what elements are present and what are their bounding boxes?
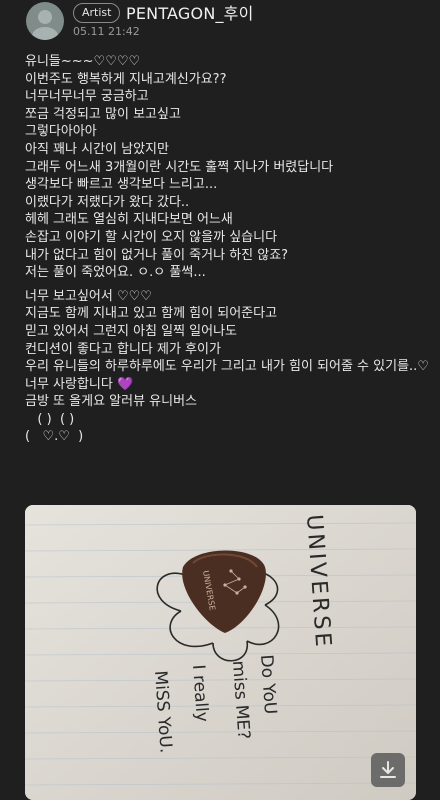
post-line: 헤헤 그래도 열심히 지내다보면 어느새 bbox=[25, 212, 233, 228]
artist-badge: Artist bbox=[73, 3, 121, 23]
download-icon bbox=[380, 761, 396, 778]
post-line: 그래두 어느새 3개월이란 시간도 훌쩍 지나가 버렸답니다 bbox=[25, 159, 334, 175]
avatar[interactable] bbox=[26, 2, 64, 40]
post-photo[interactable]: UNIVERSE UNIVERSE Do YoU miss ME? I real… bbox=[25, 505, 416, 800]
post-line: 유니들~~~♡♡♡♡ bbox=[25, 54, 141, 69]
post-line: 금방 또 올게요 알러뷰 유니버스 bbox=[25, 394, 198, 410]
download-button[interactable] bbox=[371, 753, 405, 787]
post-line-love: 너무 사랑합니다 💜 bbox=[25, 376, 430, 394]
default-avatar-icon bbox=[32, 10, 58, 40]
post-line: 내가 없다고 힘이 없거나 풀이 죽거나 하진 않죠? bbox=[25, 247, 289, 263]
post-line: 이번주도 행복하게 지내고계신가요?? bbox=[25, 71, 227, 87]
post-line: 저는 풀이 죽었어요. ㅇ.ㅇ 풀썩... bbox=[25, 265, 206, 281]
purple-heart-icon: 💜 bbox=[117, 376, 134, 392]
post-line: 쪼금 걱정되고 많이 보고싶고 bbox=[25, 106, 181, 122]
post-line: ( ♡.♡ ) bbox=[25, 429, 84, 445]
post-line: 그렇다아아아 bbox=[25, 124, 97, 140]
post-line: 손잡고 이야기 할 시간이 오지 않을까 싶습니다 bbox=[25, 229, 278, 245]
post-line: 아직 꽤나 시간이 남았지만 bbox=[25, 141, 169, 157]
handwriting-line: I really bbox=[188, 664, 212, 723]
post-line-text: 너무 사랑합니다 bbox=[25, 376, 113, 392]
post-line: 지금도 함께 지내고 있고 함께 힘이 되어준다고 bbox=[25, 306, 278, 322]
post-line: 컨디션이 좋다고 합니다 제가 후이가 bbox=[25, 341, 221, 357]
handwriting-line: Do YoU bbox=[256, 654, 280, 715]
author-name[interactable]: PENTAGON_후이 bbox=[126, 0, 254, 24]
post-line: 믿고 있어서 그런지 아침 일찍 일어나도 bbox=[25, 323, 238, 339]
post-line: 너무 보고싶어서 ♡♡♡ bbox=[25, 288, 152, 304]
post-line: 우리 유니들의 하루하루에도 우리가 그리고 내가 힘이 되어줄 수 있기를..… bbox=[25, 359, 429, 375]
post-line: 너무너무너무 궁금하고 bbox=[25, 89, 149, 105]
post-line: 이랬다가 저랬다가 왔다 갔다.. bbox=[25, 194, 190, 210]
post-body: 유니들~~~♡♡♡♡ 이번주도 행복하게 지내고계신가요?? 너무너무너무 궁금… bbox=[25, 53, 430, 446]
handwritten-note-image: UNIVERSE UNIVERSE Do YoU miss ME? I real… bbox=[25, 505, 416, 800]
post-line: ( ) ( ) bbox=[25, 411, 75, 427]
post-line: 생각보다 빠르고 생각보다 느리고... bbox=[25, 177, 218, 193]
post-screen: Artist PENTAGON_후이 05.11 21:42 유니들~~~♡♡♡… bbox=[0, 0, 440, 800]
post-timestamp: 05.11 21:42 bbox=[73, 25, 140, 38]
post-header: Artist PENTAGON_후이 05.11 21:42 bbox=[0, 0, 440, 42]
